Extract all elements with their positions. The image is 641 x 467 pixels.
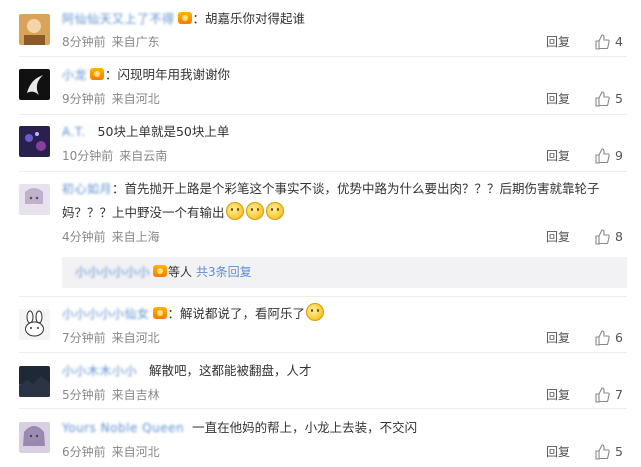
location: 来自河北 [111,445,160,459]
like-count: 5 [615,91,623,106]
like-button[interactable]: 9 [594,148,634,164]
reply-button[interactable]: 回复 [546,91,570,107]
comment-meta: 8分钟前 来自广东 [62,34,160,50]
sub-reply-label: 等人 [168,265,193,279]
comment-line: Yours Noble Queen 一直在他妈的帮上，小龙上去装，不交闪 [62,416,627,440]
timestamp: 9分钟前 [62,92,106,106]
like-button[interactable]: 5 [594,444,634,460]
comment-line: 小小木木小小 解散吧，这都能被翻盘，人才 [62,359,627,383]
like-count: 4 [615,34,623,49]
username-link[interactable]: 阿仙仙天又上了不得 [62,12,175,26]
timestamp: 4分钟前 [62,230,106,244]
avatar[interactable] [19,309,50,340]
location: 来自河北 [111,92,160,106]
comment-line: 小小小小小仙女 ：解说都说了，看阿乐了 [62,302,627,326]
comment-meta: 10分钟前 来自云南 [62,148,167,164]
reply-button[interactable]: 回复 [546,330,570,346]
comment-text: 50块上单就是50块上单 [97,124,230,139]
thumbs-up-icon [595,387,610,403]
username-link[interactable]: A.T. [62,125,86,139]
view-replies-link[interactable]: 共3条回复 [196,265,252,279]
username-link[interactable]: 小小木木小小 [62,364,137,378]
comment-line: 初心如月：首先抛开上路是个彩笔这个事实不谈，优势中路为什么要出肉？？？后期伤害就… [62,177,622,224]
location: 来自河北 [111,331,160,345]
comment-meta: 5分钟前 来自吉林 [62,387,160,403]
avatar[interactable] [19,366,50,397]
location: 来自云南 [119,149,168,163]
thumbs-up-icon [595,34,610,50]
comment-meta: 4分钟前 来自上海 [62,229,160,245]
like-count: 7 [615,387,623,402]
location: 来自广东 [111,35,160,49]
timestamp: 6分钟前 [62,445,106,459]
smile-emoji-icon [225,202,244,220]
thumbs-up-icon [595,91,610,107]
vip-badge-icon [177,12,192,24]
location: 来自吉林 [111,388,160,402]
divider [19,114,627,115]
comment-meta: 6分钟前 来自河北 [62,444,160,460]
vip-badge-icon [153,265,168,277]
thumbs-up-icon [595,148,610,164]
smile-emoji-icon [265,202,284,220]
divider [19,171,627,172]
sub-reply-box[interactable]: 小小小小小小 等人 共3条回复 [62,257,627,288]
comment-line: 小龙 ：闪现明年用我谢谢你 [62,63,627,87]
reply-button[interactable]: 回复 [546,229,570,245]
username-link[interactable]: 小小小小小仙女 [62,307,150,321]
avatar[interactable] [19,184,50,215]
avatar[interactable] [19,126,50,157]
smile-emoji-icon [306,303,325,321]
username-link[interactable]: 小龙 [62,68,87,82]
vip-badge-icon [90,68,105,80]
like-button[interactable]: 6 [594,330,634,346]
like-button[interactable]: 4 [594,34,634,50]
vip-badge-icon [152,307,167,319]
comment-line: 阿仙仙天又上了不得 ：胡嘉乐你对得起谁 [62,7,627,31]
thumbs-up-icon [595,330,610,346]
avatar[interactable] [19,422,50,453]
comment-text: 解散吧，这都能被翻盘，人才 [149,363,312,378]
comment-text: ：胡嘉乐你对得起谁 [192,11,306,26]
like-count: 6 [615,330,623,345]
comment-text: 一直在他妈的帮上，小龙上去装，不交闪 [192,420,418,435]
comment-meta: 7分钟前 来自河北 [62,330,160,346]
like-count: 9 [615,148,623,163]
username-link[interactable]: Yours Noble Queen [62,421,184,435]
thumbs-up-icon [595,444,610,460]
divider [19,408,627,409]
thumbs-up-icon [595,229,610,245]
like-button[interactable]: 8 [594,229,634,245]
like-count: 5 [615,444,623,459]
reply-button[interactable]: 回复 [546,387,570,403]
divider [19,56,627,57]
comment-text: ：闪现明年用我谢谢你 [105,67,231,82]
timestamp: 7分钟前 [62,331,106,345]
like-count: 8 [615,229,623,244]
username-link[interactable]: 初心如月 [62,182,112,196]
reply-button[interactable]: 回复 [546,444,570,460]
reply-button[interactable]: 回复 [546,34,570,50]
like-button[interactable]: 7 [594,387,634,403]
divider [19,352,627,353]
timestamp: 5分钟前 [62,388,106,402]
comment-line: A.T. 50块上单就是50块上单 [62,120,627,144]
reply-button[interactable]: 回复 [546,148,570,164]
avatar[interactable] [19,14,50,45]
location: 来自上海 [111,230,160,244]
avatar[interactable] [19,69,50,100]
comment-text: ：首先抛开上路是个彩笔这个事实不谈，优势中路为什么要出肉？？？后期伤害就靠轮子妈… [62,181,600,220]
timestamp: 8分钟前 [62,35,106,49]
like-button[interactable]: 5 [594,91,634,107]
timestamp: 10分钟前 [62,149,114,163]
comment-text: ：解说都说了，看阿乐了 [167,306,306,321]
smile-emoji-icon [245,202,264,220]
divider [19,296,627,297]
username-link[interactable]: 小小小小小小 [75,265,150,279]
comment-meta: 9分钟前 来自河北 [62,91,160,107]
